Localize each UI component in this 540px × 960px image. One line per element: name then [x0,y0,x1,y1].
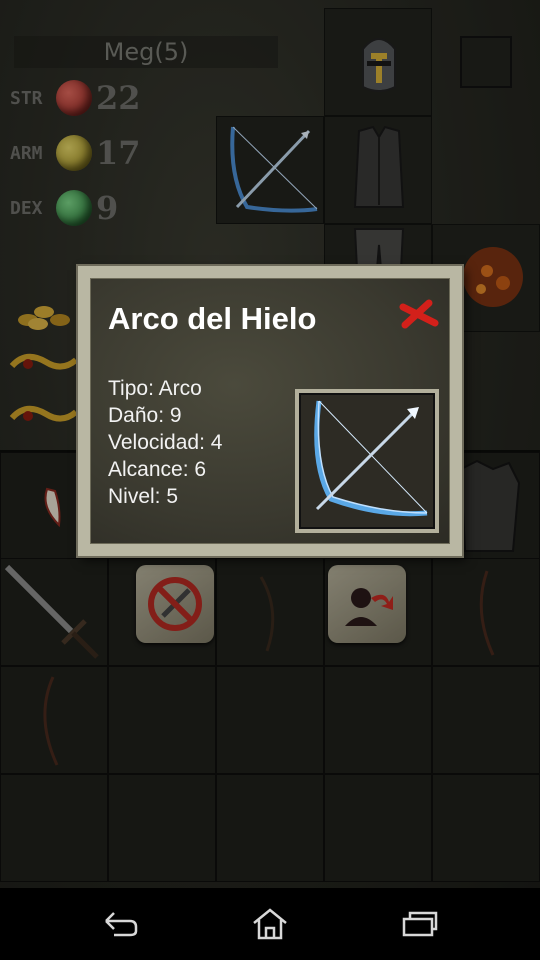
shield-cross-icon [56,135,92,171]
equip-slot-chest[interactable] [324,116,432,224]
stat-label-str: STR [10,87,43,109]
equip-button[interactable] [328,565,406,643]
item-range: Alcance: 6 [108,458,207,481]
equip-slot-head[interactable] [324,8,432,116]
ice-bow-icon [314,400,428,517]
home-icon [253,908,287,940]
sword-icon [4,564,99,659]
amulet-green-icon[interactable] [6,346,80,386]
stat-value-str: 22 [96,79,141,117]
inventory-slot[interactable] [324,666,432,774]
gold-coins-icon[interactable] [8,290,78,334]
inventory-slot[interactable] [0,666,108,774]
item-speed: Velocidad: 4 [108,431,223,454]
stat-label-dex: DEX [10,197,43,219]
close-icon[interactable] [399,297,439,331]
unequip-button[interactable] [136,565,214,643]
equip-slot-legs[interactable] [324,224,432,270]
home-button[interactable] [240,902,300,946]
equip-slot-weapon[interactable] [216,116,324,224]
inventory-slot[interactable] [432,558,540,666]
item-info-popup: Arco del Hielo Tipo: Arco Daño: 9 Veloci… [78,266,462,556]
inventory-slot[interactable] [324,774,432,882]
stat-str: STR 22 [10,78,141,118]
no-weapon-icon [148,577,202,631]
swirl-icon [56,190,92,226]
bow-icon [479,570,495,656]
bow-icon [43,676,59,766]
back-button[interactable] [90,902,150,946]
item-title: Arco del Hielo [108,301,317,336]
vest-icon [353,125,405,208]
character-name: Meg(5) [14,36,278,68]
item-level: Nivel: 5 [108,485,179,508]
inventory-slot[interactable] [108,666,216,774]
stat-dex: DEX 9 [10,188,118,228]
inventory-slot[interactable] [108,774,216,882]
stat-label-arm: ARM [10,142,43,164]
item-type: Tipo: Arco [108,377,202,400]
inventory-slot[interactable] [216,558,324,666]
equip-person-icon [345,588,393,626]
paw-icon [56,80,92,116]
inventory-slot[interactable] [216,666,324,774]
inventory-slot[interactable] [0,558,108,666]
game-screen: Meg(5) STR 22 ARM 17 DEX 9 Arco del Hiel… [0,0,540,888]
inventory-slot[interactable] [0,774,108,882]
back-icon [105,912,138,937]
inventory-slot[interactable] [432,666,540,774]
recents-icon [402,911,438,937]
inventory-slot[interactable] [432,774,540,882]
item-info-panel: Arco del Hielo Tipo: Arco Daño: 9 Veloci… [90,278,450,544]
equip-slot-ring[interactable] [460,36,512,88]
inventory-slot[interactable] [216,774,324,882]
helmet-icon [362,38,396,92]
stat-value-dex: 9 [96,189,119,227]
system-nav-bar [0,888,540,960]
item-image-frame [295,389,439,533]
pants-icon [353,228,405,270]
stat-value-arm: 17 [96,134,141,172]
recents-button[interactable] [390,902,450,946]
amulet-red-icon[interactable] [6,398,80,438]
item-damage: Daño: 9 [108,404,182,427]
bow-icon [259,576,275,652]
stat-arm: ARM 17 [10,133,141,173]
ice-bow-icon [230,126,318,213]
